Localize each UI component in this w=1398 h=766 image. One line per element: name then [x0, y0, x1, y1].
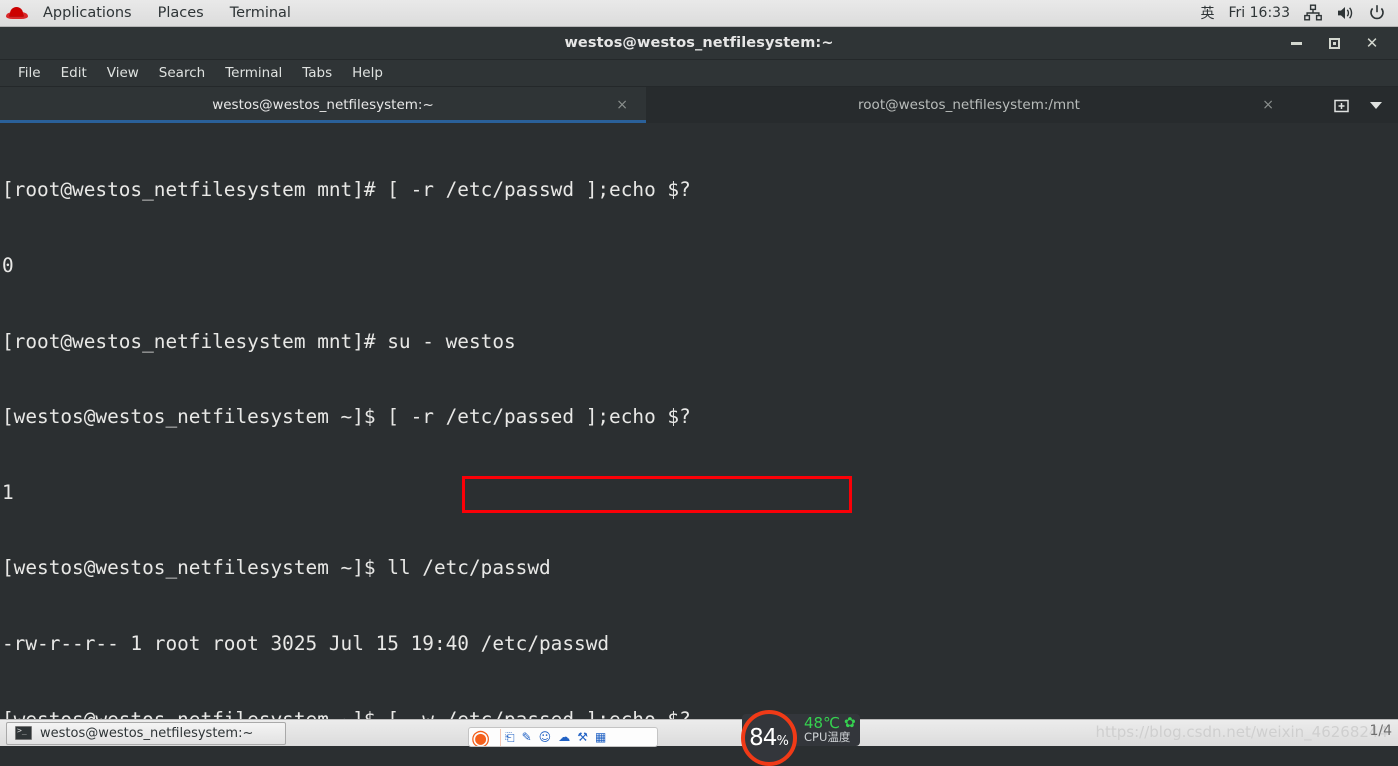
input-method-indicator[interactable]: 英 [1201, 3, 1215, 23]
cpu-percent-value: 84 [749, 725, 777, 751]
minimize-button[interactable] [1288, 36, 1304, 52]
menu-view[interactable]: View [97, 61, 149, 86]
network-icon[interactable] [1304, 4, 1322, 22]
cpu-gauge-value: 84% [745, 725, 793, 751]
panel-menu-terminal[interactable]: Terminal [217, 1, 304, 26]
terminal-line: 0 [2, 254, 14, 277]
tab-root-mnt[interactable]: root@westos_netfilesystem:/mnt × [646, 87, 1292, 123]
emoji-icon[interactable]: ☺ [539, 731, 552, 743]
menu-help[interactable]: Help [342, 61, 393, 86]
terminal-line: -rw-r--r-- 1 root root 3025 Jul 15 19:40… [2, 631, 610, 655]
sogou-input-toolbar[interactable]: ◉ ⎗ ✎ ☺ ☁ ⚒ ▦ [468, 727, 658, 747]
tab-close-icon[interactable]: × [616, 98, 628, 112]
tab-close-icon[interactable]: × [1262, 98, 1274, 112]
taskbar-window-button[interactable]: westos@westos_netfilesystem:~ [6, 721, 286, 745]
leaf-icon: ✿ [843, 715, 856, 731]
panel-menu-places[interactable]: Places [145, 1, 217, 26]
cpu-percent-symbol: % [776, 734, 789, 749]
tab-westos-home[interactable]: westos@westos_netfilesystem:~ × [0, 87, 646, 123]
cpu-monitor-widget[interactable]: 84% 48℃ ✿ CPU温度 [741, 710, 860, 766]
taskbar-window-label: westos@westos_netfilesystem:~ [40, 725, 254, 741]
terminal-window: westos@westos_netfilesystem:~ ✕ File Edi… [0, 27, 1398, 719]
new-tab-icon[interactable] [1333, 97, 1350, 114]
skin-icon[interactable]: ▦ [595, 731, 606, 743]
window-title: westos@westos_netfilesystem:~ [564, 35, 834, 51]
cpu-temperature-value: 48℃ [804, 714, 840, 732]
terminal-line: [westos@westos_netfilesystem ~]$ ll /etc… [2, 556, 551, 580]
gnome-top-panel: Applications Places Terminal 英 Fri 16:33 [0, 0, 1398, 27]
panel-menu-applications[interactable]: Applications [30, 1, 145, 26]
close-button[interactable]: ✕ [1364, 36, 1380, 52]
redhat-logo-icon [6, 4, 28, 22]
sogou-logo-icon[interactable]: ◉ [471, 728, 497, 746]
terminal-text: [root@westos_netfilesystem mnt]# [ -r /e… [2, 127, 1398, 719]
menu-file[interactable]: File [8, 61, 51, 86]
handwriting-icon[interactable]: ✎ [522, 731, 532, 743]
tabbar: westos@westos_netfilesystem:~ × root@wes… [0, 87, 1398, 123]
menubar: File Edit View Search Terminal Tabs Help [0, 60, 1398, 87]
chevron-down-icon[interactable] [1370, 101, 1382, 109]
page-counter: 1/4 [1369, 723, 1392, 739]
clock[interactable]: Fri 16:33 [1229, 5, 1290, 21]
terminal-output-area[interactable]: [root@westos_netfilesystem mnt]# [ -r /e… [0, 123, 1398, 719]
menu-terminal[interactable]: Terminal [215, 61, 292, 86]
tabbar-tools [1323, 87, 1398, 123]
cloud-icon[interactable]: ☁ [558, 731, 570, 743]
volume-icon[interactable] [1336, 4, 1354, 22]
cpu-usage-gauge: 84% [741, 710, 797, 766]
toolbox-icon[interactable]: ⚒ [577, 731, 588, 743]
terminal-icon [15, 726, 32, 740]
watermark-text: https://blog.csdn.net/weixin_46268244 [1095, 723, 1388, 741]
menu-tabs[interactable]: Tabs [292, 61, 342, 86]
cpu-temp-group: 48℃ ✿ CPU温度 [804, 714, 856, 745]
cpu-temp-caption: CPU温度 [804, 730, 851, 744]
tab-label: westos@westos_netfilesystem:~ [212, 97, 434, 113]
window-controls: ✕ [1288, 27, 1390, 60]
toolbar-divider [500, 729, 501, 746]
panel-status-group: 英 Fri 16:33 [1201, 3, 1398, 23]
tab-label: root@westos_netfilesystem:/mnt [858, 97, 1080, 113]
maximize-button[interactable] [1326, 36, 1342, 52]
terminal-line: 1 [2, 480, 14, 504]
window-titlebar[interactable]: westos@westos_netfilesystem:~ ✕ [0, 27, 1398, 60]
terminal-line: [westos@westos_netfilesystem ~]$ [ -r /e… [2, 405, 691, 429]
terminal-line: [root@westos_netfilesystem mnt]# su - we… [2, 329, 516, 353]
menu-search[interactable]: Search [149, 61, 215, 86]
terminal-line: [root@westos_netfilesystem mnt]# [ -r /e… [2, 178, 691, 202]
keyboard-icon[interactable]: ⎗ [505, 731, 515, 743]
panel-menu-group: Applications Places Terminal [0, 1, 304, 26]
power-icon[interactable] [1368, 4, 1386, 22]
cpu-temp-row: 48℃ ✿ [804, 714, 856, 732]
terminal-line: [westos@westos_netfilesystem ~]$ [ -w /e… [2, 707, 1398, 719]
menu-edit[interactable]: Edit [51, 61, 97, 86]
